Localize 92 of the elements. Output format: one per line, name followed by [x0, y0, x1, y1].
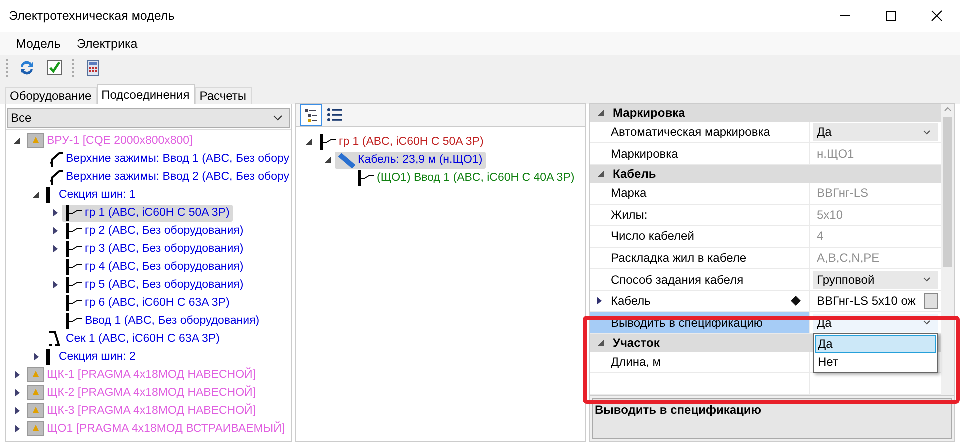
- property-name[interactable]: Способ задания кабеля: [590, 269, 810, 290]
- property-name[interactable]: Число кабелей: [590, 226, 810, 247]
- property-name[interactable]: Кабель: [590, 290, 810, 312]
- scrollbar[interactable]: [941, 104, 954, 395]
- breaker-symbol-icon: [65, 205, 83, 221]
- property-name[interactable]: Автоматическая маркировка: [590, 122, 810, 142]
- expand-arrow-icon[interactable]: [13, 371, 21, 379]
- tree-item[interactable]: Верхние зажимы: Ввод 1 (ABC, Без обору: [43, 150, 291, 168]
- menu-item[interactable]: Электрика: [68, 34, 146, 54]
- refresh-icon[interactable]: [18, 59, 36, 77]
- property-value: н.ЩО1: [816, 146, 856, 161]
- tree-item[interactable]: Секция шин: 1: [43, 186, 139, 204]
- caret-icon: [923, 130, 931, 135]
- property-value: A,B,C,N,PE: [816, 250, 881, 265]
- menu-item[interactable]: Модель: [8, 34, 69, 54]
- cabinet-icon: [27, 367, 45, 383]
- window-title: Электротехническая модель: [8, 9, 175, 23]
- property-value: 4: [816, 229, 825, 244]
- breaker-symbol-icon: [65, 277, 83, 293]
- property-name[interactable]: Марка: [590, 182, 810, 204]
- value-dropdown[interactable]: Групповой: [813, 270, 938, 289]
- property-value: ВВГнг-LS: [816, 186, 870, 200]
- checkbox-icon[interactable]: [46, 59, 64, 77]
- value-dropdown[interactable]: Да: [813, 123, 938, 142]
- expand-arrow-icon[interactable]: [51, 209, 59, 217]
- tree-item[interactable]: гр 5 (ABC, Без оборудования): [62, 276, 247, 294]
- collapse-arrow-icon[interactable]: [305, 138, 313, 146]
- cabinet-icon: [27, 133, 45, 149]
- property-value: ВВГнг-LS 5x10 ож: [816, 294, 917, 308]
- expand-arrow-icon[interactable]: [51, 227, 59, 235]
- breaker-symbol-icon: [65, 259, 83, 275]
- expand-arrow-icon[interactable]: [32, 353, 40, 361]
- cabinet-icon: [27, 421, 45, 437]
- diamond-icon: [791, 296, 801, 306]
- collapse-arrow-icon[interactable]: [324, 156, 332, 164]
- tree-item[interactable]: гр 3 (ABC, Без оборудования): [62, 240, 247, 258]
- maximize-icon: [885, 10, 897, 22]
- collapse-arrow-icon[interactable]: [32, 191, 40, 199]
- cable-icon: [338, 152, 356, 168]
- category-header: Маркировка: [613, 106, 686, 120]
- tab[interactable]: Подсоединения: [96, 84, 195, 104]
- property-value: 5x10: [816, 208, 844, 222]
- expand-arrow-icon[interactable]: [13, 425, 21, 433]
- expand-arrow-icon[interactable]: [51, 281, 59, 289]
- tree-item[interactable]: гр 2 (ABC, Без оборудования): [62, 222, 247, 240]
- tree-item[interactable]: Кабель: 23,9 м (н.ЩО1): [335, 152, 486, 168]
- cabinet-icon: [27, 385, 45, 401]
- collapse-arrow-icon[interactable]: [13, 137, 21, 145]
- tree-item[interactable]: гр 4 (ABC, Без оборудования): [62, 258, 247, 276]
- tree-item[interactable]: гр 6 (ABC, iC60H C 63A 3P): [62, 294, 233, 312]
- caret-icon: [273, 115, 283, 121]
- collapse-arrow-icon[interactable]: [597, 338, 605, 347]
- calculator-icon[interactable]: [84, 59, 102, 77]
- tree-item[interactable]: Сек 1 (ABC, iC60H C 63A 3P): [43, 330, 223, 348]
- breaker-symbol-icon: [65, 241, 83, 257]
- expand-arrow-icon[interactable]: [597, 297, 603, 306]
- busbar-icon: [46, 349, 50, 365]
- dropdown-option[interactable]: Да: [815, 334, 936, 353]
- breaker-symbol-icon: [65, 313, 83, 329]
- category-header: Участок: [613, 336, 660, 350]
- caret-icon: [923, 277, 931, 282]
- tree-item[interactable]: Секция шин: 2: [43, 348, 139, 366]
- collapse-arrow-icon[interactable]: [597, 108, 605, 117]
- breaker-symbol-icon: [65, 295, 83, 311]
- tree-item[interactable]: гр 1 (ABC, iC60H C 50A 3P): [316, 134, 487, 150]
- expand-arrow-icon[interactable]: [51, 245, 59, 253]
- dropdown-option[interactable]: Нет: [815, 352, 936, 371]
- property-name[interactable]: Длина, м: [590, 352, 810, 372]
- tree-item[interactable]: Верхние зажимы: Ввод 2 (ABC, Без обору: [43, 168, 291, 186]
- breaker-symbol-icon: [357, 170, 375, 186]
- busbar-icon: [46, 187, 50, 203]
- filter-dropdown[interactable]: Все: [7, 108, 290, 128]
- caret-icon: [923, 320, 931, 326]
- expand-arrow-icon[interactable]: [13, 407, 21, 415]
- collapse-arrow-icon[interactable]: [597, 170, 605, 178]
- expand-arrow-icon[interactable]: [13, 389, 21, 397]
- close-icon: [931, 10, 943, 22]
- tree-view-icon[interactable]: [300, 104, 322, 126]
- cabinet-icon: [27, 403, 45, 419]
- property-name[interactable]: Раскладка жил в кабеле: [590, 248, 810, 268]
- property-name[interactable]: Жилы:: [590, 204, 810, 226]
- category-header: Кабель: [613, 166, 656, 181]
- browse-button[interactable]: [924, 293, 938, 310]
- breaker-symbol-icon: [65, 223, 83, 239]
- description-text: Выводить в спецификацию: [595, 403, 762, 417]
- breaker-symbol-icon: [319, 134, 337, 150]
- property-name[interactable]: Маркировка: [590, 143, 810, 164]
- tree-item[interactable]: (ЩО1) Ввод 1 (ABC, iC60H C 40A 3P): [354, 170, 578, 186]
- tree-item[interactable]: гр 1 (ABC, iC60H C 50A 3P): [62, 204, 233, 222]
- tree-item[interactable]: Ввод 1 (ABC, Без оборудования): [62, 312, 263, 330]
- tab[interactable]: Оборудование: [5, 87, 97, 104]
- tab[interactable]: Расчеты: [194, 87, 252, 104]
